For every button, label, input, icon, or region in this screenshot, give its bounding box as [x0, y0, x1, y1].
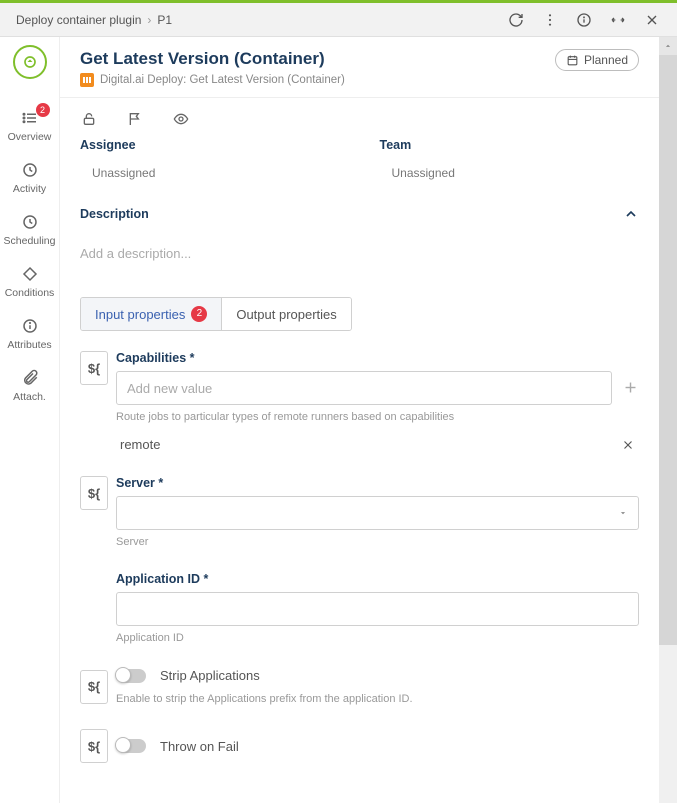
info-circle-icon: [21, 317, 39, 335]
add-capability-button[interactable]: [622, 379, 639, 397]
status-label: Planned: [584, 53, 628, 67]
rail-label: Scheduling: [4, 235, 56, 247]
remove-chip-button[interactable]: [621, 438, 635, 452]
rail-item-conditions[interactable]: Conditions: [0, 255, 60, 307]
rail-item-activity[interactable]: Activity: [0, 151, 60, 203]
variable-button[interactable]: ${: [80, 476, 108, 510]
application-id-input[interactable]: [116, 592, 639, 626]
calendar-icon: [566, 54, 579, 67]
header-bar: Deploy container plugin › P1: [0, 3, 677, 37]
subtitle: Digital.ai Deploy: Get Latest Version (C…: [80, 73, 345, 87]
description-input[interactable]: Add a description...: [80, 246, 639, 261]
application-id-block: Application ID * Application ID: [80, 572, 639, 644]
team-value[interactable]: Unassigned: [380, 166, 640, 180]
header-actions: [507, 11, 661, 29]
task-type-icon: [80, 73, 94, 87]
app-logo-icon: [13, 45, 47, 79]
strip-applications-toggle[interactable]: [116, 669, 146, 683]
breadcrumb: Deploy container plugin › P1: [16, 13, 172, 27]
server-block: ${ Server * Server: [80, 476, 639, 548]
description-section-toggle[interactable]: Description: [80, 200, 639, 228]
tab-label: Output properties: [236, 307, 336, 322]
strip-applications-block: ${ Strip Applications Enable to strip th…: [80, 668, 639, 705]
breadcrumb-current[interactable]: P1: [157, 13, 172, 27]
rail-label: Attributes: [7, 339, 51, 351]
assignee-value[interactable]: Unassigned: [80, 166, 340, 180]
close-icon[interactable]: [643, 11, 661, 29]
capabilities-help: Route jobs to particular types of remote…: [116, 411, 639, 423]
main: 2 Overview Activity Scheduling Conditio: [0, 37, 677, 803]
scrollbar[interactable]: [659, 37, 677, 803]
chevron-up-icon: [623, 206, 639, 222]
application-id-help: Application ID: [116, 632, 639, 644]
capabilities-block: ${ Capabilities * Route jobs to particul…: [80, 351, 639, 452]
tab-label: Input properties: [95, 307, 185, 322]
flag-icon[interactable]: [126, 110, 144, 128]
variable-button[interactable]: ${: [80, 351, 108, 385]
tab-output-properties[interactable]: Output properties: [222, 298, 350, 330]
rail-label: Overview: [8, 131, 52, 143]
breadcrumb-parent[interactable]: Deploy container plugin: [16, 13, 141, 27]
expand-icon[interactable]: [609, 11, 627, 29]
content: Get Latest Version (Container) Digital.a…: [60, 37, 659, 803]
breadcrumb-sep-icon: ›: [147, 13, 151, 27]
info-icon[interactable]: [575, 11, 593, 29]
assignee-label: Assignee: [80, 138, 340, 152]
title-row: Get Latest Version (Container) Digital.a…: [60, 37, 659, 98]
more-vertical-icon[interactable]: [541, 11, 559, 29]
scroll-thumb[interactable]: [659, 55, 677, 645]
chevron-down-icon: [618, 508, 628, 518]
rail-label: Attach.: [13, 391, 46, 403]
capabilities-label: Capabilities *: [116, 351, 639, 365]
scroll-area[interactable]: Assignee Unassigned Team Unassigned Desc…: [60, 138, 659, 803]
capability-chip: remote: [116, 423, 639, 452]
chevron-up-icon: [663, 41, 673, 51]
variable-button[interactable]: ${: [80, 729, 108, 763]
throw-on-fail-toggle[interactable]: [116, 739, 146, 753]
variable-button[interactable]: ${: [80, 670, 108, 704]
left-rail: 2 Overview Activity Scheduling Conditio: [0, 37, 60, 803]
strip-applications-label: Strip Applications: [160, 668, 260, 683]
capabilities-input[interactable]: [116, 371, 612, 405]
rail-item-attributes[interactable]: Attributes: [0, 307, 60, 359]
strip-applications-help: Enable to strip the Applications prefix …: [116, 693, 639, 705]
subtitle-text: Digital.ai Deploy: Get Latest Version (C…: [100, 74, 345, 86]
watch-icon[interactable]: [172, 110, 190, 128]
lock-icon[interactable]: [80, 110, 98, 128]
throw-on-fail-block: ${ Throw on Fail: [80, 729, 639, 763]
tab-badge: 2: [191, 306, 207, 322]
status-pill[interactable]: Planned: [555, 49, 639, 71]
tab-input-properties[interactable]: Input properties 2: [81, 298, 222, 330]
assignment-row: Assignee Unassigned Team Unassigned: [80, 138, 639, 180]
application-id-label: Application ID *: [116, 572, 639, 586]
rail-item-attach[interactable]: Attach.: [0, 359, 60, 411]
rail-label: Activity: [13, 183, 46, 195]
server-select[interactable]: [116, 496, 639, 530]
throw-on-fail-label: Throw on Fail: [160, 739, 239, 754]
toolbar: [60, 98, 659, 138]
rail-item-scheduling[interactable]: Scheduling: [0, 203, 60, 255]
scroll-up-button[interactable]: [659, 37, 677, 55]
overview-badge: 2: [36, 103, 50, 117]
clock-icon: [21, 161, 39, 179]
refresh-icon[interactable]: [507, 11, 525, 29]
capability-chip-text: remote: [120, 437, 160, 452]
team-label: Team: [380, 138, 640, 152]
description-label: Description: [80, 207, 149, 221]
diamond-icon: [21, 265, 39, 283]
schedule-icon: [21, 213, 39, 231]
properties-tabs: Input properties 2 Output properties: [80, 297, 352, 331]
rail-label: Conditions: [5, 287, 55, 299]
server-label: Server *: [116, 476, 639, 490]
page-title: Get Latest Version (Container): [80, 49, 345, 69]
rail-item-overview[interactable]: 2 Overview: [0, 99, 60, 151]
attachment-icon: [21, 369, 39, 387]
server-help: Server: [116, 536, 639, 548]
